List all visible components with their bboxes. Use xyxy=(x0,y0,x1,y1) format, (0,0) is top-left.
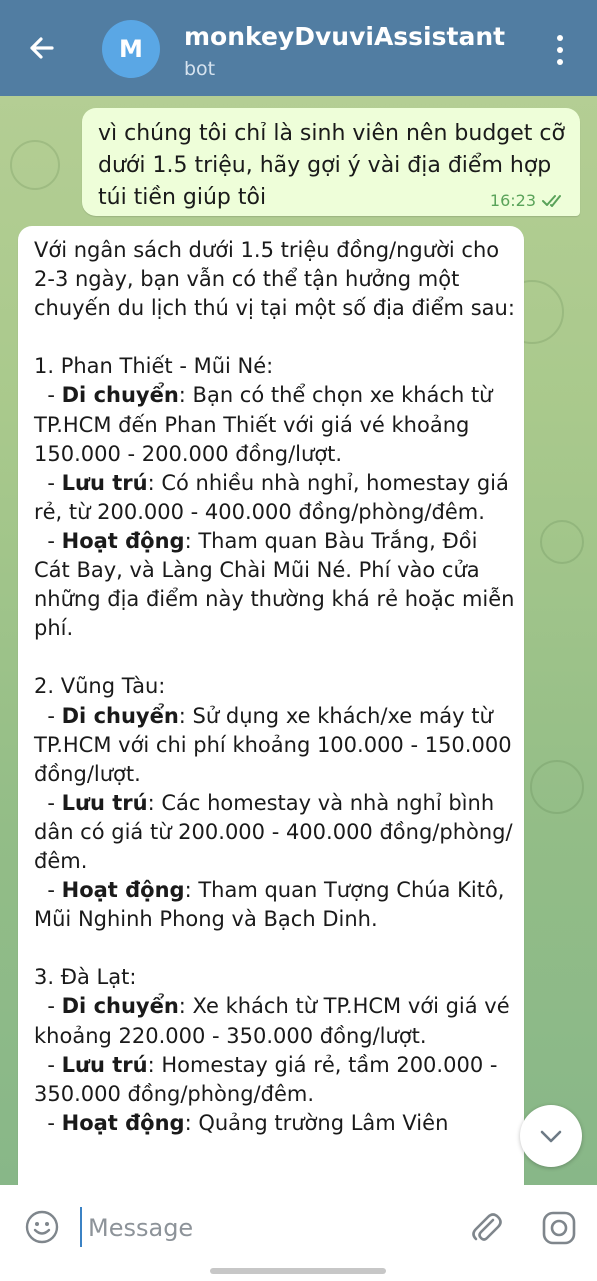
intro-text: Với ngân sách dưới 1.5 triệu đồng/người … xyxy=(34,238,515,321)
chat-title[interactable]: monkeyDvuviAssistant xyxy=(184,22,505,51)
back-button[interactable] xyxy=(22,28,62,68)
place-title: 2. Vũng Tàu: xyxy=(34,674,166,699)
double-check-icon xyxy=(542,195,561,207)
item-label: Di chuyển xyxy=(61,383,179,408)
camera-button[interactable] xyxy=(540,1209,578,1247)
item-label: Lưu trú xyxy=(61,470,148,495)
incoming-message[interactable]: Với ngân sách dưới 1.5 triệu đồng/người … xyxy=(18,226,524,1226)
home-indicator xyxy=(210,1268,386,1274)
wallpaper-doodle xyxy=(530,760,584,814)
message-input[interactable] xyxy=(86,1207,450,1249)
more-vertical-icon xyxy=(550,35,570,65)
outgoing-message[interactable]: vì chúng tôi chỉ là sinh viên nên budget… xyxy=(82,108,580,216)
paperclip-icon xyxy=(472,1213,502,1241)
wallpaper-doodle xyxy=(10,140,60,190)
message-time: 16:23 xyxy=(489,191,536,210)
attach-button[interactable] xyxy=(466,1207,506,1247)
message-input-bar xyxy=(0,1185,597,1281)
chat-header: M monkeyDvuviAssistant bot xyxy=(0,0,597,96)
item-label: Hoạt động xyxy=(61,1110,185,1135)
avatar[interactable]: M xyxy=(102,20,160,78)
text-cursor xyxy=(80,1207,82,1247)
chevron-down-icon xyxy=(540,1130,562,1143)
item-label: Hoạt động xyxy=(61,528,185,553)
item-label: Lưu trú xyxy=(61,790,148,815)
scroll-down-button[interactable] xyxy=(520,1105,582,1167)
item-label: Di chuyển xyxy=(61,703,179,728)
place-title: 1. Phan Thiết - Mũi Né: xyxy=(34,354,274,379)
emoji-icon xyxy=(25,1210,59,1244)
chat-subtitle: bot xyxy=(184,58,216,80)
camera-icon xyxy=(542,1211,576,1245)
arrow-left-icon xyxy=(30,37,54,59)
item-label: Lưu trú xyxy=(61,1052,148,1077)
item-text: : Quảng trường Lâm Viên xyxy=(184,1110,449,1135)
emoji-button[interactable] xyxy=(24,1209,60,1245)
item-label: Hoạt động xyxy=(61,878,185,903)
message-body: Với ngân sách dưới 1.5 triệu đồng/người … xyxy=(34,238,522,1135)
item-label: Di chuyển xyxy=(61,994,179,1019)
place-title: 3. Đà Lạt: xyxy=(34,965,137,990)
wallpaper-doodle xyxy=(540,520,584,564)
more-menu-button[interactable] xyxy=(550,32,570,68)
